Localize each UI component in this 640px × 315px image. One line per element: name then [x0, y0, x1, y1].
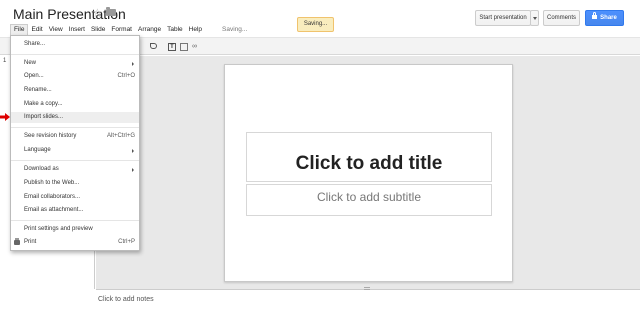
- subtitle-placeholder: Click to add subtitle: [316, 190, 422, 204]
- shape-icon[interactable]: [150, 43, 157, 49]
- submenu-arrow-icon: [132, 149, 134, 153]
- start-presentation-button[interactable]: Start presentation: [475, 10, 531, 26]
- image-icon[interactable]: [180, 43, 188, 51]
- comments-button[interactable]: Comments: [543, 10, 580, 26]
- menu-item-label: Print settings and preview: [24, 226, 93, 232]
- star-icon[interactable]: ☆: [92, 6, 103, 20]
- printer-icon: [14, 238, 20, 245]
- menu-edit[interactable]: Edit: [28, 24, 45, 35]
- saving-badge: Saving...: [297, 17, 334, 32]
- menu-separator: [11, 160, 139, 161]
- menu-item-label: Download as: [24, 166, 59, 172]
- menu-item-label: Share...: [24, 41, 46, 47]
- slide-number[interactable]: 1: [3, 58, 6, 64]
- share-button[interactable]: Share: [585, 10, 624, 26]
- folder-icon[interactable]: [106, 7, 116, 16]
- header: Main Presentation ☆ File Edit View Inser…: [0, 0, 640, 36]
- slide-canvas: Click to add title Click to add subtitle: [96, 56, 640, 289]
- slides-app: Main Presentation ☆ File Edit View Inser…: [0, 0, 640, 315]
- menu-item-label: Publish to the Web...: [24, 180, 80, 186]
- menu-arrange[interactable]: Arrange: [135, 24, 164, 35]
- menu-item-label: Make a copy...: [24, 101, 63, 107]
- menu-item-label: Email collaborators...: [24, 194, 81, 200]
- menu-file[interactable]: File: [10, 24, 29, 35]
- menu-item-label: Print: [24, 239, 37, 245]
- menu-item-import-slides[interactable]: Import slides...: [11, 112, 139, 123]
- link-icon[interactable]: ∞: [192, 43, 202, 51]
- title-placeholder: Click to add title: [295, 153, 443, 174]
- menu-format[interactable]: Format: [108, 24, 135, 35]
- menu-item-email-attachment[interactable]: Email as attachment...: [11, 205, 139, 216]
- start-presentation-dropdown[interactable]: [530, 10, 539, 26]
- menu-item-label: Open...: [24, 73, 44, 79]
- menu-table[interactable]: Table: [164, 24, 186, 35]
- menu-item-print-settings[interactable]: Print settings and preview: [11, 224, 139, 235]
- title-placeholder-box[interactable]: Click to add title: [246, 132, 492, 182]
- menu-item-make-copy[interactable]: Make a copy...: [11, 99, 139, 110]
- menu-item-print[interactable]: Print Ctrl+P: [11, 237, 139, 248]
- menu-help[interactable]: Help: [186, 24, 205, 35]
- menu-item-label: Import slides...: [24, 114, 64, 120]
- speaker-notes[interactable]: Click to add notes: [96, 287, 640, 315]
- menu-item-publish[interactable]: Publish to the Web...: [11, 178, 139, 189]
- menu-item-rename[interactable]: Rename...: [11, 85, 139, 96]
- file-menu-dropdown: Share... New Open... Ctrl+O Rename... Mak…: [10, 35, 140, 251]
- menu-item-label: Email as attachment...: [24, 207, 84, 213]
- menu-item-language[interactable]: Language: [11, 145, 139, 156]
- red-arrow-icon: [0, 113, 10, 121]
- menu-separator: [11, 127, 139, 128]
- slide[interactable]: Click to add title Click to add subtitle: [224, 64, 513, 282]
- menu-item-label: Language: [24, 147, 51, 153]
- saving-status: Saving...: [222, 26, 248, 33]
- menu-item-label: Rename...: [24, 87, 52, 93]
- menu-item-revision-history[interactable]: See revision history Alt+Ctrl+G: [11, 131, 139, 142]
- menu-item-download-as[interactable]: Download as: [11, 164, 139, 175]
- text-box-icon[interactable]: T: [168, 43, 176, 51]
- share-label: Share: [600, 15, 617, 21]
- submenu-arrow-icon: [132, 62, 134, 66]
- menu-item-label: New: [24, 60, 37, 66]
- menu-insert[interactable]: Insert: [66, 24, 88, 35]
- menu-item-shortcut: Alt+Ctrl+G: [106, 133, 135, 139]
- menu-item-label: See revision history: [24, 133, 77, 139]
- menu-separator: [11, 220, 139, 221]
- menu-item-shortcut: Ctrl+P: [118, 239, 135, 245]
- menubar: File Edit View Insert Slide Format Arran…: [10, 24, 205, 35]
- submenu-arrow-icon: [132, 168, 134, 172]
- menu-view[interactable]: View: [46, 24, 66, 35]
- menu-item-share[interactable]: Share...: [11, 39, 139, 50]
- subtitle-placeholder-box[interactable]: Click to add subtitle: [246, 184, 492, 216]
- menu-item-email-collaborators[interactable]: Email collaborators...: [11, 192, 139, 203]
- menu-slide[interactable]: Slide: [88, 24, 108, 35]
- menu-item-new[interactable]: New: [11, 58, 139, 69]
- menu-item-shortcut: Ctrl+O: [117, 73, 135, 79]
- lock-icon: [592, 12, 598, 20]
- menu-separator: [11, 54, 139, 55]
- notes-resize-handle[interactable]: [364, 287, 370, 290]
- notes-placeholder: Click to add notes: [98, 296, 154, 303]
- menu-item-open[interactable]: Open... Ctrl+O: [11, 71, 139, 82]
